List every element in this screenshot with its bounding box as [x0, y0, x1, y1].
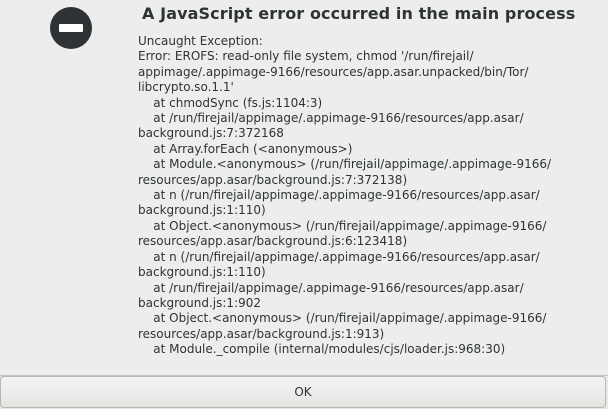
error-stop-icon [50, 7, 92, 49]
error-message: Uncaught Exception: Error: EROFS: read-on… [138, 34, 598, 358]
message-line: at chmodSync (fs.js:1104:3) [138, 95, 323, 110]
message-line: Error: EROFS: read-only file system, chm… [138, 49, 474, 64]
message-line: appimage/.appimage-9166/resources/app.as… [138, 64, 529, 79]
message-line: at Module._compile (internal/modules/cjs… [138, 342, 506, 357]
message-line: background.js:1:110) [138, 265, 266, 280]
message-line: at n (/run/firejail/appimage/.appimage-9… [138, 249, 540, 264]
message-line: at Array.forEach (<anonymous>) [138, 141, 353, 156]
message-line: Uncaught Exception: [138, 34, 263, 48]
message-line: resources/app.asar/background.js:7:37213… [138, 172, 408, 187]
message-line: libcrypto.so.1.1' [138, 80, 234, 95]
message-line: resources/app.asar/background.js:1:913) [138, 326, 385, 341]
error-dialog: A JavaScript error occurred in the main … [0, 0, 608, 409]
message-line: at n (/run/firejail/appimage/.appimage-9… [138, 188, 540, 203]
message-line: at Module.<anonymous> (/run/firejail/app… [138, 157, 552, 172]
message-line: at /run/firejail/appimage/.appimage-9166… [138, 280, 524, 295]
message-line: at Object.<anonymous> (/run/firejail/app… [138, 311, 547, 326]
message-line: background.js:1:110) [138, 203, 266, 218]
message-line: background.js:1:902 [138, 295, 261, 310]
message-line: at Object.<anonymous> (/run/firejail/app… [138, 218, 547, 233]
message-line: background.js:7:372168 [138, 126, 284, 141]
dialog-title: A JavaScript error occurred in the main … [142, 4, 576, 23]
button-bar: OK [0, 375, 608, 409]
message-line: resources/app.asar/background.js:6:12341… [138, 234, 408, 249]
ok-button[interactable]: OK [0, 376, 606, 408]
message-line: at /run/firejail/appimage/.appimage-9166… [138, 111, 524, 126]
